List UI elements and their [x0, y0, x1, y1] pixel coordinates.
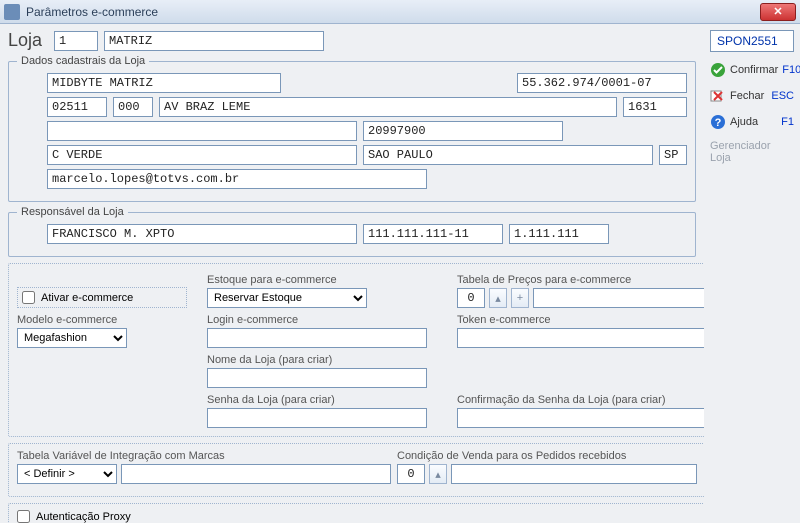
login-label: Login e-commerce [207, 314, 437, 326]
tabela-precos-up-button[interactable]: ▴ [489, 288, 507, 308]
definir-select[interactable]: < Definir > [17, 464, 117, 484]
cond-venda-id-input[interactable] [397, 464, 425, 484]
ativar-ecommerce-input[interactable] [22, 291, 35, 304]
tabela-precos-add-button[interactable]: + [511, 288, 529, 308]
senha-loja-input[interactable] [207, 408, 427, 428]
cond-venda-label: Condição de Venda para os Pedidos recebi… [397, 450, 697, 462]
complemento-input[interactable] [47, 121, 357, 141]
telefone-input[interactable] [363, 121, 563, 141]
help-icon: ? [710, 114, 726, 130]
modelo-label: Modelo e-commerce [17, 314, 187, 326]
endereco-input[interactable] [159, 97, 617, 117]
side-panel: SPON2551 Confirmar F10 Fechar ESC ? Ajud… [704, 24, 800, 523]
close-button[interactable]: ✕ [760, 3, 796, 21]
estoque-select[interactable]: Reservar Estoque [207, 288, 367, 308]
marcas-fieldset: Tabela Variável de Integração com Marcas… [8, 443, 704, 497]
titlebar: Parâmetros e-commerce ✕ [0, 0, 800, 24]
ativar-ecommerce-checkbox[interactable]: Ativar e-commerce [17, 287, 187, 308]
email-input[interactable] [47, 169, 427, 189]
confirm-button[interactable]: Confirmar F10 [710, 62, 794, 78]
svg-text:?: ? [715, 117, 722, 129]
proxy-checkbox[interactable]: Autenticação Proxy [17, 510, 704, 523]
loja-id-input[interactable] [54, 31, 98, 51]
window-title: Parâmetros e-commerce [26, 5, 158, 19]
responsavel-fieldset: Responsável da Loja [8, 206, 696, 257]
help-button[interactable]: ? Ajuda F1 [710, 114, 794, 130]
numero-input[interactable] [623, 97, 687, 117]
loja-name-input[interactable] [104, 31, 324, 51]
tabela-precos-id-input[interactable] [457, 288, 485, 308]
senha-conf-input[interactable] [457, 408, 704, 428]
tabela-marcas-label: Tabela Variável de Integração com Marcas [17, 450, 391, 462]
app-icon [4, 4, 20, 20]
close-icon: ✕ [773, 7, 782, 18]
dados-cadastrais-legend: Dados cadastrais da Loja [17, 55, 149, 67]
ativar-ecommerce-label: Ativar e-commerce [41, 292, 133, 304]
razao-social-input[interactable] [47, 73, 281, 93]
responsavel-rg-input[interactable] [509, 224, 609, 244]
tabela-precos-label: Tabela de Preços para e-commerce [457, 274, 704, 286]
senha-loja-label: Senha da Loja (para criar) [207, 394, 437, 406]
loja-label: Loja [8, 30, 42, 51]
senha-conf-label: Confirmação da Senha da Loja (para criar… [457, 394, 704, 406]
dados-cadastrais-fieldset: Dados cadastrais da Loja [8, 55, 696, 202]
modelo-select[interactable]: Megafashion [17, 328, 127, 348]
proxy-check-input[interactable] [17, 510, 30, 523]
cond-venda-up-button[interactable]: ▴ [429, 464, 447, 484]
nome-loja-input[interactable] [207, 368, 427, 388]
ecommerce-fieldset: Ativar e-commerce Estoque para e-commerc… [8, 263, 704, 437]
loja-row: Loja [8, 30, 696, 51]
tabela-precos-desc-input[interactable] [533, 288, 704, 308]
responsavel-nome-input[interactable] [47, 224, 357, 244]
cidade-input[interactable] [363, 145, 653, 165]
uf-input[interactable] [659, 145, 687, 165]
responsavel-legend: Responsável da Loja [17, 206, 128, 218]
exit-icon [710, 88, 726, 104]
bairro-input[interactable] [47, 145, 357, 165]
estoque-label: Estoque para e-commerce [207, 274, 437, 286]
close-side-button[interactable]: Fechar ESC [710, 88, 794, 104]
token-input[interactable] [457, 328, 704, 348]
token-label: Token e-commerce [457, 314, 704, 326]
tabela-marcas-desc-input[interactable] [121, 464, 391, 484]
cnpj-input[interactable] [517, 73, 687, 93]
login-input[interactable] [207, 328, 427, 348]
gerenciador-loja-button: Gerenciador Loja [710, 140, 794, 164]
proxy-fieldset: Autenticação Proxy Método Proxy 0 = Basi… [8, 503, 704, 523]
responsavel-cpf-input[interactable] [363, 224, 503, 244]
cep1-input[interactable] [47, 97, 107, 117]
nome-loja-label: Nome da Loja (para criar) [207, 354, 437, 366]
screen-code: SPON2551 [710, 30, 794, 52]
cep2-input[interactable] [113, 97, 153, 117]
cond-venda-desc-input[interactable] [451, 464, 697, 484]
proxy-check-label: Autenticação Proxy [36, 511, 131, 523]
check-icon [710, 62, 726, 78]
